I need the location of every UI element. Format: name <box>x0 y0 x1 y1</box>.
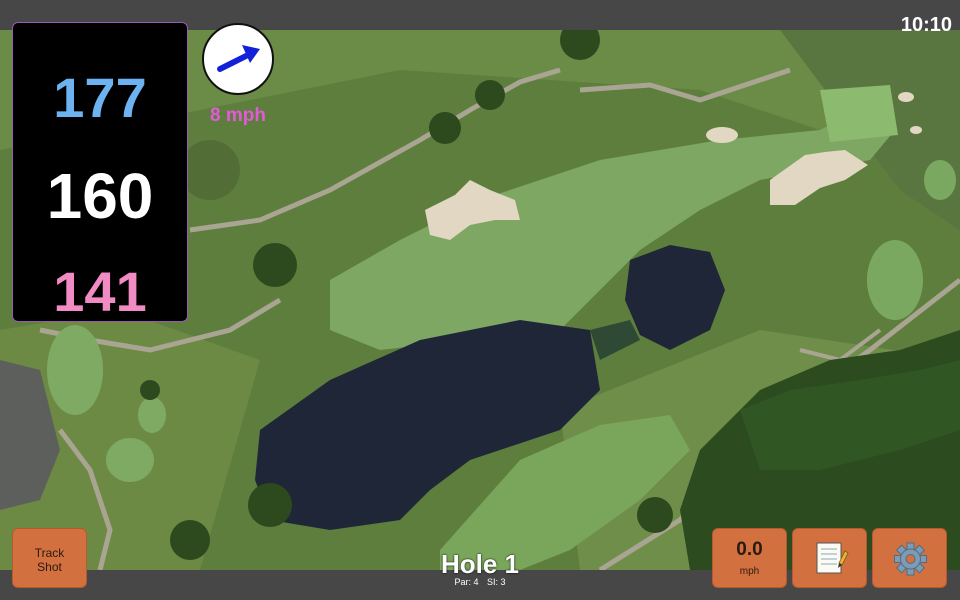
distance-panel: 177 160 141 <box>12 22 188 323</box>
track-shot-label: Track Shot <box>34 546 65 574</box>
hole-title: Hole 1 <box>440 549 520 579</box>
settings-button[interactable] <box>872 528 947 588</box>
gear-icon <box>894 542 927 576</box>
distance-back: 177 <box>53 66 147 129</box>
speed-unit: mph <box>739 566 760 577</box>
notes-button[interactable] <box>792 528 867 588</box>
distance-front: 141 <box>53 260 147 323</box>
status-time: 10:10 <box>900 14 952 36</box>
notepad-icon <box>816 542 849 574</box>
wind-indicator <box>202 23 274 95</box>
wind-arrow-icon <box>217 45 260 72</box>
wind-speed: 8 mph <box>210 105 266 126</box>
speed-value: 0.0 <box>736 539 763 560</box>
track-shot-button[interactable]: Track Shot <box>12 528 87 588</box>
stroke-index-label: SI: 3 <box>487 577 506 587</box>
hole-info: Par: 4 SI: 3 <box>420 577 540 587</box>
distance-middle: 160 <box>46 160 154 232</box>
speed-button[interactable]: 0.0 mph <box>712 528 787 588</box>
par-label: Par: 4 <box>454 577 479 587</box>
